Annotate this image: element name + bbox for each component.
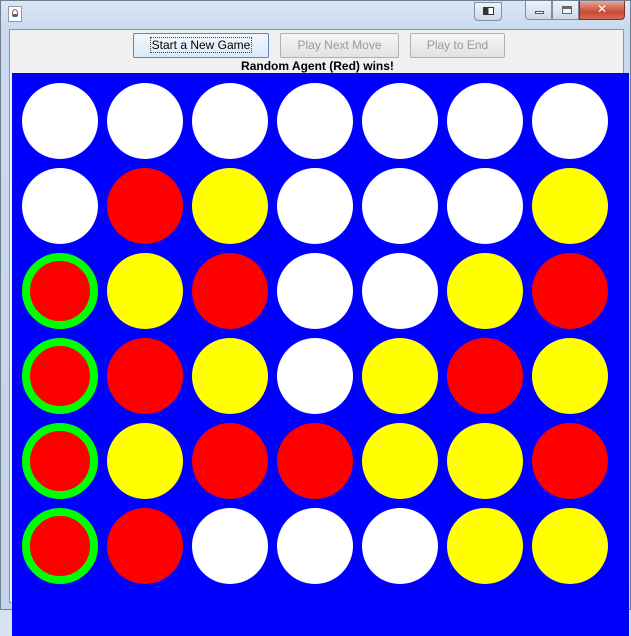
minimize-icon[interactable] [525, 1, 552, 20]
java-app-icon[interactable] [8, 6, 22, 22]
red-disc[interactable] [532, 253, 608, 329]
empty-slot[interactable] [22, 83, 98, 159]
game-window: Start a New Game Play Next Move Play to … [0, 0, 631, 636]
yellow-disc[interactable] [107, 253, 183, 329]
empty-slot[interactable] [362, 508, 438, 584]
empty-slot[interactable] [277, 168, 353, 244]
red-disc[interactable] [192, 423, 268, 499]
yellow-disc[interactable] [192, 168, 268, 244]
empty-slot[interactable] [362, 83, 438, 159]
empty-slot[interactable] [192, 83, 268, 159]
red-disc[interactable] [192, 253, 268, 329]
yellow-disc[interactable] [447, 253, 523, 329]
empty-slot[interactable] [22, 168, 98, 244]
yellow-disc[interactable] [447, 508, 523, 584]
empty-slot[interactable] [192, 508, 268, 584]
red-disc[interactable] [447, 338, 523, 414]
start-new-game-button[interactable]: Start a New Game [133, 33, 269, 58]
yellow-disc[interactable] [447, 423, 523, 499]
yellow-disc[interactable] [362, 338, 438, 414]
close-icon[interactable] [579, 1, 625, 20]
window-switch-icon[interactable] [474, 2, 502, 21]
empty-slot[interactable] [277, 338, 353, 414]
empty-slot[interactable] [447, 168, 523, 244]
game-board[interactable] [12, 73, 629, 636]
start-new-game-label: Start a New Game [149, 37, 253, 53]
play-to-end-button[interactable]: Play to End [410, 33, 505, 58]
content-pane: Start a New Game Play Next Move Play to … [9, 29, 629, 636]
red-disc[interactable] [277, 423, 353, 499]
winning-red-disc[interactable] [22, 253, 98, 329]
status-message: Random Agent (Red) wins! [241, 59, 394, 73]
empty-slot[interactable] [362, 168, 438, 244]
yellow-disc[interactable] [362, 423, 438, 499]
red-disc[interactable] [107, 508, 183, 584]
yellow-disc[interactable] [532, 168, 608, 244]
empty-slot[interactable] [277, 508, 353, 584]
red-disc[interactable] [107, 168, 183, 244]
winning-red-disc[interactable] [22, 508, 98, 584]
empty-slot[interactable] [277, 253, 353, 329]
play-next-move-button[interactable]: Play Next Move [280, 33, 399, 58]
title-bar[interactable] [1, 1, 631, 27]
red-disc[interactable] [107, 338, 183, 414]
empty-slot[interactable] [362, 253, 438, 329]
empty-slot[interactable] [107, 83, 183, 159]
empty-slot[interactable] [532, 83, 608, 159]
yellow-disc[interactable] [532, 508, 608, 584]
empty-slot[interactable] [277, 83, 353, 159]
empty-slot[interactable] [447, 83, 523, 159]
yellow-disc[interactable] [107, 423, 183, 499]
winning-red-disc[interactable] [22, 338, 98, 414]
red-disc[interactable] [532, 423, 608, 499]
yellow-disc[interactable] [532, 338, 608, 414]
yellow-disc[interactable] [192, 338, 268, 414]
maximize-icon[interactable] [552, 1, 579, 20]
winning-red-disc[interactable] [22, 423, 98, 499]
